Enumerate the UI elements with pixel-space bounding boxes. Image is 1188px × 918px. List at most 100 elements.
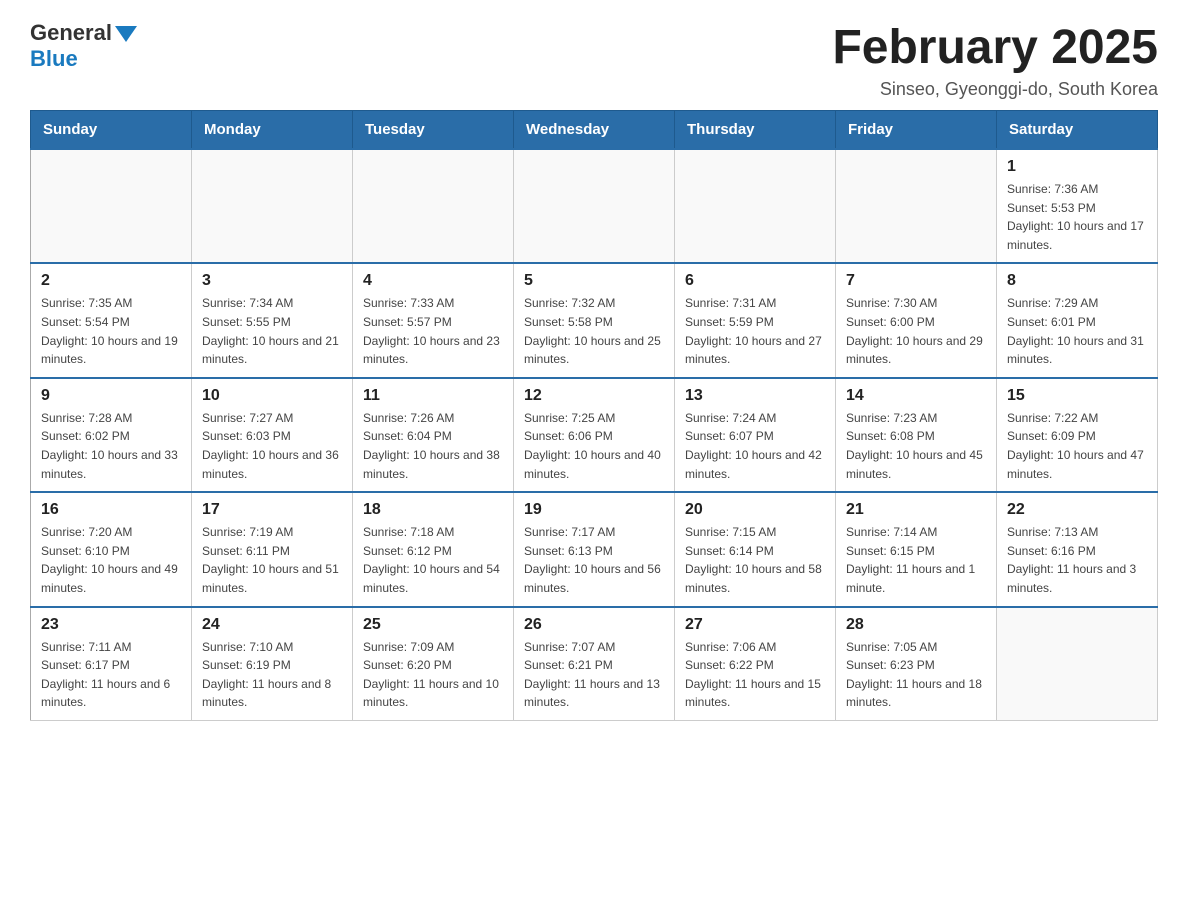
calendar-cell bbox=[31, 149, 192, 263]
day-number: 4 bbox=[363, 272, 503, 290]
calendar-cell: 17 Sunrise: 7:19 AMSunset: 6:11 PMDayligh… bbox=[192, 492, 353, 606]
sun-info: Sunrise: 7:31 AMSunset: 5:59 PMDaylight:… bbox=[685, 294, 825, 368]
calendar-cell bbox=[836, 149, 997, 263]
day-number: 28 bbox=[846, 616, 986, 634]
page-title: February 2025 bbox=[832, 20, 1158, 75]
sun-info: Sunrise: 7:11 AMSunset: 6:17 PMDaylight:… bbox=[41, 638, 181, 712]
sun-info: Sunrise: 7:14 AMSunset: 6:15 PMDaylight:… bbox=[846, 523, 986, 597]
day-number: 7 bbox=[846, 272, 986, 290]
sun-info: Sunrise: 7:22 AMSunset: 6:09 PMDaylight:… bbox=[1007, 409, 1147, 483]
sun-info: Sunrise: 7:19 AMSunset: 6:11 PMDaylight:… bbox=[202, 523, 342, 597]
sun-info: Sunrise: 7:13 AMSunset: 6:16 PMDaylight:… bbox=[1007, 523, 1147, 597]
day-number: 11 bbox=[363, 387, 503, 405]
sun-info: Sunrise: 7:33 AMSunset: 5:57 PMDaylight:… bbox=[363, 294, 503, 368]
day-number: 24 bbox=[202, 616, 342, 634]
day-number: 16 bbox=[41, 501, 181, 519]
day-number: 25 bbox=[363, 616, 503, 634]
day-number: 18 bbox=[363, 501, 503, 519]
sun-info: Sunrise: 7:20 AMSunset: 6:10 PMDaylight:… bbox=[41, 523, 181, 597]
calendar-cell bbox=[514, 149, 675, 263]
calendar-cell: 2Sunrise: 7:35 AMSunset: 5:54 PMDaylight… bbox=[31, 263, 192, 377]
calendar-week-row: 1 Sunrise: 7:36 AMSunset: 5:53 PMDaylight… bbox=[31, 149, 1158, 263]
sun-info: Sunrise: 7:29 AMSunset: 6:01 PMDaylight:… bbox=[1007, 294, 1147, 368]
sun-info: Sunrise: 7:15 AMSunset: 6:14 PMDaylight:… bbox=[685, 523, 825, 597]
day-number: 15 bbox=[1007, 387, 1147, 405]
day-number: 23 bbox=[41, 616, 181, 634]
calendar-cell: 6 Sunrise: 7:31 AMSunset: 5:59 PMDaylight… bbox=[675, 263, 836, 377]
calendar-header: Sunday Monday Tuesday Wednesday Thursday… bbox=[31, 111, 1158, 150]
header-sunday: Sunday bbox=[31, 111, 192, 150]
day-number: 19 bbox=[524, 501, 664, 519]
calendar-cell: 19 Sunrise: 7:17 AMSunset: 6:13 PMDayligh… bbox=[514, 492, 675, 606]
calendar-cell: 1 Sunrise: 7:36 AMSunset: 5:53 PMDaylight… bbox=[997, 149, 1158, 263]
sun-info: Sunrise: 7:27 AMSunset: 6:03 PMDaylight:… bbox=[202, 409, 342, 483]
calendar-cell: 28 Sunrise: 7:05 AMSunset: 6:23 PMDayligh… bbox=[836, 607, 997, 721]
title-area: February 2025 Sinseo, Gyeonggi-do, South… bbox=[832, 20, 1158, 100]
sun-info: Sunrise: 7:34 AMSunset: 5:55 PMDaylight:… bbox=[202, 294, 342, 368]
sun-info: Sunrise: 7:25 AMSunset: 6:06 PMDaylight:… bbox=[524, 409, 664, 483]
calendar-week-row: 16 Sunrise: 7:20 AMSunset: 6:10 PMDayligh… bbox=[31, 492, 1158, 606]
day-number: 6 bbox=[685, 272, 825, 290]
sun-info: Sunrise: 7:09 AMSunset: 6:20 PMDaylight:… bbox=[363, 638, 503, 712]
day-number: 17 bbox=[202, 501, 342, 519]
calendar-cell: 24 Sunrise: 7:10 AMSunset: 6:19 PMDayligh… bbox=[192, 607, 353, 721]
sun-info: Sunrise: 7:10 AMSunset: 6:19 PMDaylight:… bbox=[202, 638, 342, 712]
day-number: 12 bbox=[524, 387, 664, 405]
sun-info: Sunrise: 7:23 AMSunset: 6:08 PMDaylight:… bbox=[846, 409, 986, 483]
page-header: General Blue February 2025 Sinseo, Gyeon… bbox=[30, 20, 1158, 100]
day-number: 27 bbox=[685, 616, 825, 634]
calendar-cell bbox=[353, 149, 514, 263]
calendar-cell: 20 Sunrise: 7:15 AMSunset: 6:14 PMDayligh… bbox=[675, 492, 836, 606]
day-number: 9 bbox=[41, 387, 181, 405]
day-number: 10 bbox=[202, 387, 342, 405]
day-number: 20 bbox=[685, 501, 825, 519]
sun-info: Sunrise: 7:28 AMSunset: 6:02 PMDaylight:… bbox=[41, 409, 181, 483]
calendar-week-row: 2Sunrise: 7:35 AMSunset: 5:54 PMDaylight… bbox=[31, 263, 1158, 377]
sun-info: Sunrise: 7:05 AMSunset: 6:23 PMDaylight:… bbox=[846, 638, 986, 712]
day-number: 1 bbox=[1007, 158, 1147, 176]
calendar-cell: 7 Sunrise: 7:30 AMSunset: 6:00 PMDaylight… bbox=[836, 263, 997, 377]
page-subtitle: Sinseo, Gyeonggi-do, South Korea bbox=[832, 79, 1158, 100]
calendar-week-row: 9 Sunrise: 7:28 AMSunset: 6:02 PMDaylight… bbox=[31, 378, 1158, 492]
calendar-cell: 27 Sunrise: 7:06 AMSunset: 6:22 PMDayligh… bbox=[675, 607, 836, 721]
logo-text-general: General bbox=[30, 20, 112, 46]
header-monday: Monday bbox=[192, 111, 353, 150]
header-thursday: Thursday bbox=[675, 111, 836, 150]
calendar-cell: 22Sunrise: 7:13 AMSunset: 6:16 PMDayligh… bbox=[997, 492, 1158, 606]
calendar-table: Sunday Monday Tuesday Wednesday Thursday… bbox=[30, 110, 1158, 721]
calendar-body: 1 Sunrise: 7:36 AMSunset: 5:53 PMDaylight… bbox=[31, 149, 1158, 720]
logo: General Blue bbox=[30, 20, 137, 73]
logo-triangle-icon bbox=[115, 26, 137, 42]
calendar-cell bbox=[997, 607, 1158, 721]
sun-info: Sunrise: 7:36 AMSunset: 5:53 PMDaylight:… bbox=[1007, 180, 1147, 254]
calendar-cell: 5Sunrise: 7:32 AMSunset: 5:58 PMDaylight… bbox=[514, 263, 675, 377]
day-number: 8 bbox=[1007, 272, 1147, 290]
sun-info: Sunrise: 7:06 AMSunset: 6:22 PMDaylight:… bbox=[685, 638, 825, 712]
calendar-cell: 25 Sunrise: 7:09 AMSunset: 6:20 PMDayligh… bbox=[353, 607, 514, 721]
calendar-cell: 21Sunrise: 7:14 AMSunset: 6:15 PMDayligh… bbox=[836, 492, 997, 606]
day-number: 14 bbox=[846, 387, 986, 405]
sun-info: Sunrise: 7:30 AMSunset: 6:00 PMDaylight:… bbox=[846, 294, 986, 368]
calendar-cell: 26Sunrise: 7:07 AMSunset: 6:21 PMDayligh… bbox=[514, 607, 675, 721]
sun-info: Sunrise: 7:24 AMSunset: 6:07 PMDaylight:… bbox=[685, 409, 825, 483]
calendar-cell: 3 Sunrise: 7:34 AMSunset: 5:55 PMDaylight… bbox=[192, 263, 353, 377]
calendar-cell: 4 Sunrise: 7:33 AMSunset: 5:57 PMDaylight… bbox=[353, 263, 514, 377]
calendar-cell: 13Sunrise: 7:24 AMSunset: 6:07 PMDayligh… bbox=[675, 378, 836, 492]
calendar-cell: 12 Sunrise: 7:25 AMSunset: 6:06 PMDayligh… bbox=[514, 378, 675, 492]
calendar-cell bbox=[675, 149, 836, 263]
calendar-week-row: 23 Sunrise: 7:11 AMSunset: 6:17 PMDayligh… bbox=[31, 607, 1158, 721]
calendar-cell bbox=[192, 149, 353, 263]
sun-info: Sunrise: 7:17 AMSunset: 6:13 PMDaylight:… bbox=[524, 523, 664, 597]
calendar-cell: 16 Sunrise: 7:20 AMSunset: 6:10 PMDayligh… bbox=[31, 492, 192, 606]
header-row: Sunday Monday Tuesday Wednesday Thursday… bbox=[31, 111, 1158, 150]
calendar-cell: 15 Sunrise: 7:22 AMSunset: 6:09 PMDayligh… bbox=[997, 378, 1158, 492]
calendar-cell: 8 Sunrise: 7:29 AMSunset: 6:01 PMDaylight… bbox=[997, 263, 1158, 377]
header-friday: Friday bbox=[836, 111, 997, 150]
header-wednesday: Wednesday bbox=[514, 111, 675, 150]
calendar-cell: 23 Sunrise: 7:11 AMSunset: 6:17 PMDayligh… bbox=[31, 607, 192, 721]
sun-info: Sunrise: 7:07 AMSunset: 6:21 PMDaylight:… bbox=[524, 638, 664, 712]
calendar-cell: 14 Sunrise: 7:23 AMSunset: 6:08 PMDayligh… bbox=[836, 378, 997, 492]
calendar-cell: 18Sunrise: 7:18 AMSunset: 6:12 PMDayligh… bbox=[353, 492, 514, 606]
day-number: 5 bbox=[524, 272, 664, 290]
day-number: 3 bbox=[202, 272, 342, 290]
